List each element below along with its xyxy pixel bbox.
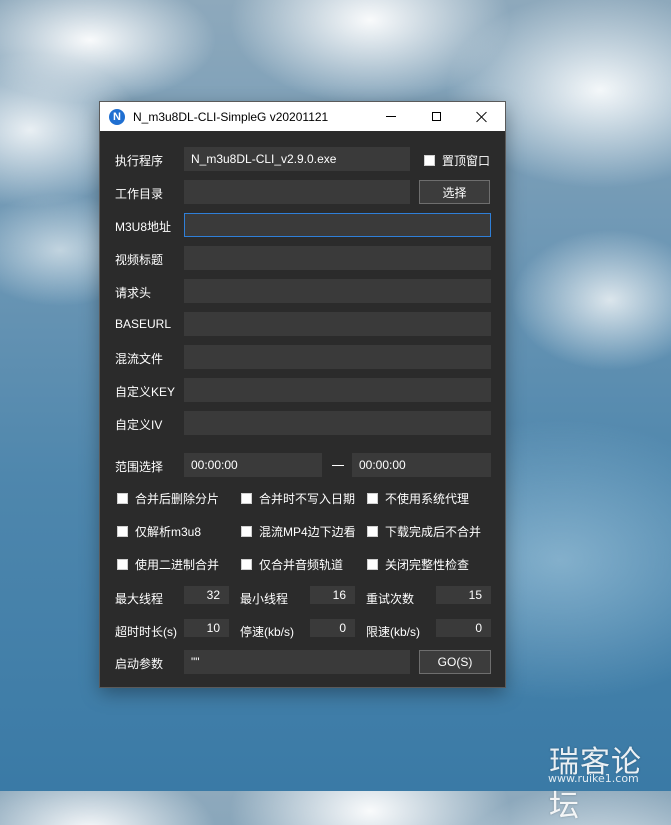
option-audio-only[interactable]: 仅合并音频轨道 [241, 556, 343, 573]
custom-key-field[interactable] [184, 378, 491, 402]
form-area: 执行程序 置顶窗口 工作目录 选择 M3U8地址 视频标题 请求头 BASEUR… [100, 131, 505, 687]
option-checkbox-box[interactable] [241, 526, 252, 537]
workdir-field[interactable] [184, 180, 410, 204]
launch-args-label: 启动参数 [115, 657, 164, 671]
range-end-field[interactable] [352, 453, 491, 477]
topmost-checkbox[interactable]: 置顶窗口 [424, 152, 490, 169]
minimize-icon [386, 116, 396, 117]
option-disable-integrity-check[interactable]: 关闭完整性检查 [367, 556, 469, 573]
option-mux-mp4-live[interactable]: 混流MP4边下边看 [241, 523, 356, 540]
option-label: 合并后删除分片 [135, 492, 220, 506]
option-label: 使用二进制合并 [135, 558, 220, 572]
headers-field[interactable] [184, 279, 491, 303]
retry-count-field[interactable] [436, 586, 491, 604]
custom-iv-field[interactable] [184, 411, 491, 435]
limit-speed-label: 限速(kb/s) [366, 625, 421, 639]
app-icon: N [109, 108, 125, 125]
option-delete-after-merge[interactable]: 合并后删除分片 [117, 490, 219, 507]
option-parse-only[interactable]: 仅解析m3u8 [117, 523, 201, 540]
option-label: 不使用系统代理 [385, 492, 470, 506]
option-label: 合并时不写入日期 [259, 492, 356, 506]
maximize-icon [431, 112, 441, 121]
custom-key-label: 自定义KEY [115, 385, 176, 399]
m3u8-label: M3U8地址 [115, 220, 172, 234]
option-label: 仅合并音频轨道 [259, 558, 344, 572]
close-button[interactable] [459, 102, 505, 131]
option-checkbox-box[interactable] [117, 493, 128, 504]
option-binary-merge[interactable]: 使用二进制合并 [117, 556, 219, 573]
baseurl-label: BASEURL [115, 317, 172, 331]
option-checkbox-box[interactable] [241, 559, 252, 570]
stop-speed-label: 停速(kb/s) [240, 625, 295, 639]
stop-speed-field[interactable] [310, 619, 355, 637]
browse-button[interactable]: 选择 [419, 180, 490, 204]
range-label: 范围选择 [115, 460, 164, 474]
limit-speed-field[interactable] [436, 619, 491, 637]
option-label: 混流MP4边下边看 [259, 525, 356, 539]
option-label: 下载完成后不合并 [385, 525, 482, 539]
option-checkbox-box[interactable] [367, 493, 378, 504]
timeout-label: 超时时长(s) [115, 625, 177, 639]
option-checkbox-box[interactable] [117, 526, 128, 537]
option-checkbox-box[interactable] [367, 559, 378, 570]
main-window: N N_m3u8DL-CLI-SimpleG v20201121 执行程序 置顶… [100, 102, 505, 687]
custom-iv-label: 自定义IV [115, 418, 163, 432]
option-checkbox-box[interactable] [117, 559, 128, 570]
option-no-merge[interactable]: 下载完成后不合并 [367, 523, 481, 540]
baseurl-field[interactable] [184, 312, 491, 336]
option-checkbox-box[interactable] [367, 526, 378, 537]
range-separator [332, 465, 344, 466]
watermark-url: www.ruike1.com [548, 772, 639, 785]
headers-label: 请求头 [115, 286, 152, 300]
min-threads-label: 最小线程 [240, 592, 289, 606]
title-bar[interactable]: N N_m3u8DL-CLI-SimpleG v20201121 [100, 102, 505, 131]
option-label: 仅解析m3u8 [135, 525, 202, 539]
exe-path-field[interactable] [184, 147, 410, 171]
option-checkbox-box[interactable] [241, 493, 252, 504]
minimize-button[interactable] [368, 102, 414, 131]
max-threads-field[interactable] [184, 586, 229, 604]
timeout-field[interactable] [184, 619, 229, 637]
maximize-button[interactable] [413, 102, 459, 131]
go-button[interactable]: GO(S) [419, 650, 491, 674]
topmost-label: 置顶窗口 [442, 154, 491, 168]
retry-count-label: 重试次数 [366, 592, 415, 606]
launch-args-field[interactable] [184, 650, 410, 674]
mux-file-field[interactable] [184, 345, 491, 369]
close-icon [476, 111, 488, 123]
window-title: N_m3u8DL-CLI-SimpleG v20201121 [133, 109, 329, 124]
video-title-field[interactable] [184, 246, 491, 270]
m3u8-url-field[interactable] [184, 213, 491, 237]
exe-label: 执行程序 [115, 154, 164, 168]
video-title-label: 视频标题 [115, 253, 164, 267]
min-threads-field[interactable] [310, 586, 355, 604]
max-threads-label: 最大线程 [115, 592, 164, 606]
option-label: 关闭完整性检查 [385, 558, 470, 572]
option-no-date-on-merge[interactable]: 合并时不写入日期 [241, 490, 355, 507]
mux-file-label: 混流文件 [115, 352, 164, 366]
option-no-system-proxy[interactable]: 不使用系统代理 [367, 490, 469, 507]
range-start-field[interactable] [184, 453, 322, 477]
topmost-checkbox-box[interactable] [424, 155, 435, 166]
workdir-label: 工作目录 [115, 187, 164, 201]
